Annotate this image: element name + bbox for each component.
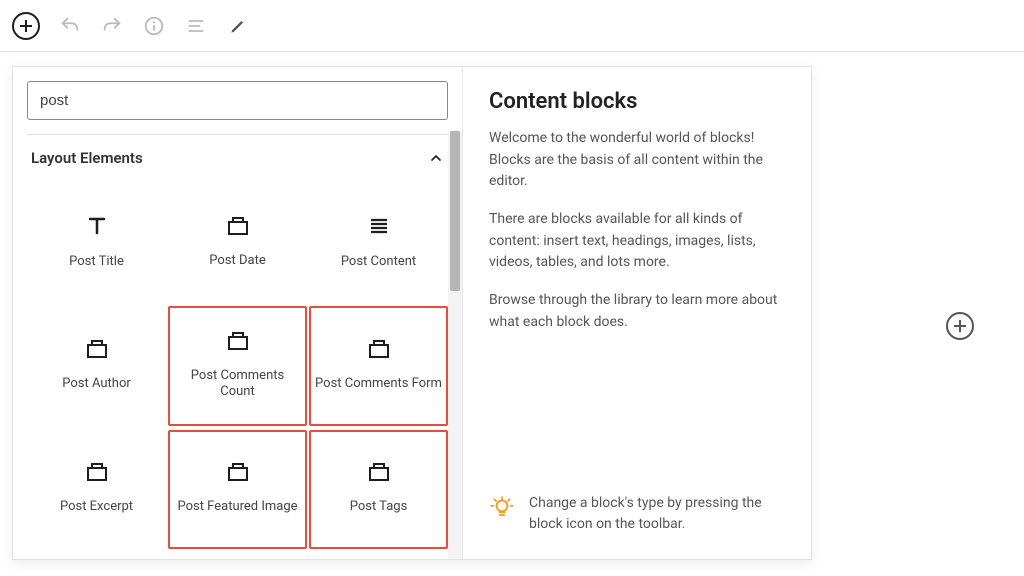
block-item-label: Post Excerpt [60,499,133,515]
block-list-pane: Layout Elements Post TitlePost DatePost … [13,67,463,559]
block-item[interactable]: Post Comments Form [309,306,448,425]
section-layout-elements[interactable]: Layout Elements [13,135,462,177]
edit-button[interactable] [226,14,250,38]
outline-button[interactable] [184,14,208,38]
tip-text: Change a block's type by pressing the bl… [529,493,785,535]
block-item[interactable]: Post Comments Count [168,306,307,425]
block-item[interactable]: Post Title [27,183,166,302]
info-button[interactable] [142,14,166,38]
block-item[interactable]: Post Excerpt [27,430,166,549]
redo-button[interactable] [100,14,124,38]
block-item-label: Post Featured Image [177,499,297,515]
block-item[interactable]: Post Content [309,183,448,302]
block-item[interactable]: Post Author [27,306,166,425]
info-paragraph: Browse through the library to learn more… [489,290,785,333]
box-icon [367,461,391,483]
block-info-pane: Content blocks Welcome to the wonderful … [463,67,811,559]
block-item-label: Post Author [62,376,131,392]
undo-button[interactable] [58,14,82,38]
box-icon [85,338,109,360]
box-icon [226,330,250,352]
blocks-grid: Post Title Post Date Post Content Post Auth… [13,177,462,559]
add-block-button[interactable] [12,12,40,40]
block-search-input[interactable] [27,81,448,120]
scrollbar[interactable] [448,131,462,559]
info-paragraph: There are blocks available for all kinds… [489,209,785,274]
block-inserter-panel: Layout Elements Post TitlePost DatePost … [12,66,812,560]
block-item[interactable]: Post Tags [309,430,448,549]
box-icon [226,461,250,483]
section-title: Layout Elements [31,149,143,167]
box-icon [85,461,109,483]
lightbulb-icon [489,495,515,521]
info-heading: Content blocks [489,89,785,114]
block-item-label: Post Content [341,254,416,270]
editor-toolbar [0,0,1024,52]
block-item-label: Post Comments Form [315,376,442,392]
block-item[interactable]: Post Date [168,183,307,302]
box-icon [367,338,391,360]
block-item-label: Post Date [209,253,265,269]
lines-icon [367,214,391,238]
chevron-up-icon [428,150,444,166]
title-icon [85,214,109,238]
block-item-label: Post Comments Count [174,368,301,401]
block-item-label: Post Title [69,254,124,270]
tip-row: Change a block's type by pressing the bl… [489,493,785,541]
block-item[interactable]: Post Featured Image [168,430,307,549]
block-item-label: Post Tags [350,499,408,515]
scrollbar-thumb[interactable] [450,131,460,291]
box-icon [226,215,250,237]
floating-add-button[interactable] [946,312,974,340]
info-paragraph: Welcome to the wonderful world of blocks… [489,128,785,193]
